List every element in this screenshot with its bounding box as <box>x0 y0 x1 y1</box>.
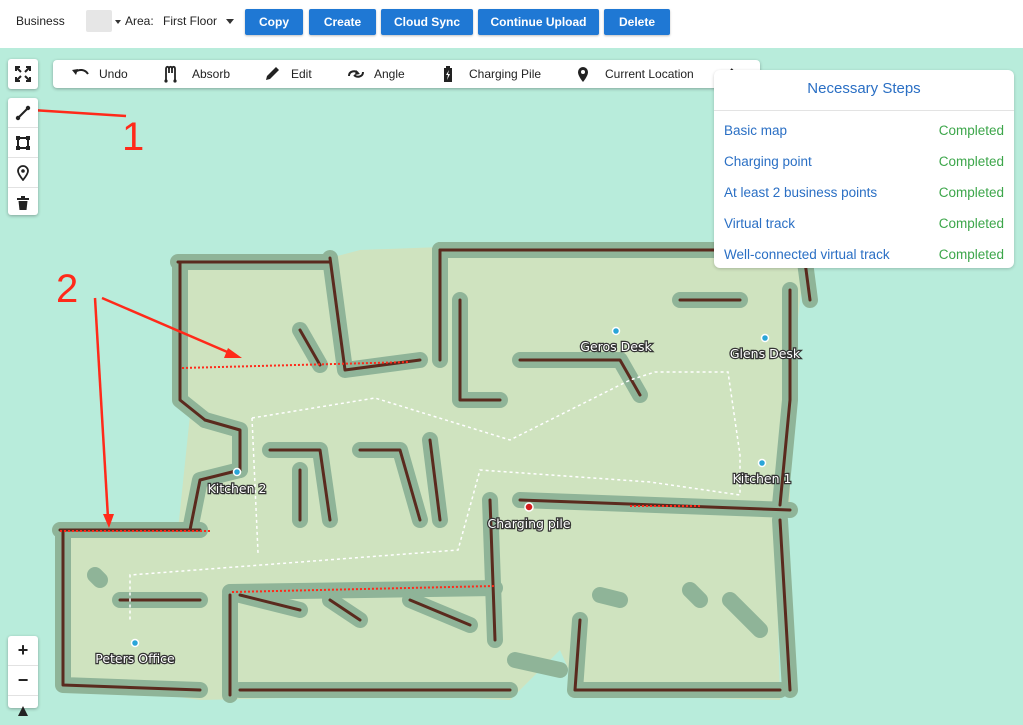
geros-desk-marker[interactable] <box>611 326 621 336</box>
kitchen-2-label: Kitchen 2 <box>208 481 267 496</box>
area-select[interactable]: First Floor <box>163 14 217 28</box>
area-caret-icon[interactable] <box>226 19 234 24</box>
kitchen-2-marker[interactable] <box>232 467 242 477</box>
delete-tool-button[interactable] <box>8 188 38 217</box>
step-row: Charging point Completed <box>724 154 1004 174</box>
angle-icon <box>348 70 364 78</box>
annotation-marker-2: 2 <box>56 267 78 311</box>
delete-button[interactable]: Delete <box>604 9 670 35</box>
step-status: Completed <box>938 185 1004 200</box>
absorb-label: Absorb <box>192 67 231 81</box>
geros-desk-label: Geros Desk <box>580 339 652 354</box>
peters-office-marker[interactable] <box>130 638 140 648</box>
step-status: Completed <box>938 123 1004 138</box>
charging-pile-button[interactable]: Charging Pile <box>441 60 541 88</box>
draw-line-button[interactable] <box>8 98 38 128</box>
cloud-sync-button[interactable]: Cloud Sync <box>381 9 473 35</box>
edit-label: Edit <box>291 67 312 81</box>
draw-tools <box>8 98 38 215</box>
glens-desk-label: Glens Desk <box>730 346 801 361</box>
business-label: Business <box>16 14 65 28</box>
undo-button[interactable]: Undo <box>71 60 128 88</box>
continue-upload-button[interactable]: Continue Upload <box>478 9 599 35</box>
edit-button[interactable]: Edit <box>263 60 312 88</box>
charging-pile-marker[interactable] <box>524 502 534 512</box>
arrow-1 <box>31 108 127 118</box>
location-pin-icon <box>17 164 29 181</box>
compass-icon <box>18 705 28 716</box>
step-well-connected-track[interactable]: Well-connected virtual track <box>724 247 890 262</box>
undo-label: Undo <box>99 67 128 81</box>
step-status: Completed <box>938 154 1004 169</box>
angle-button[interactable]: Angle <box>346 60 405 88</box>
business-select[interactable] <box>86 10 112 32</box>
charging-pile-label: Charging pile <box>487 516 570 531</box>
charging-pile-tool-label: Charging Pile <box>469 67 542 81</box>
step-row: At least 2 business points Completed <box>724 185 1004 205</box>
draw-rectangle-icon <box>16 135 30 150</box>
edit-toolbar: Undo Absorb Edit Angle Charging Pile Cur… <box>53 60 760 88</box>
copy-button[interactable]: Copy <box>245 9 303 35</box>
step-row: Well-connected virtual track Completed <box>724 247 1004 267</box>
create-button[interactable]: Create <box>309 9 376 35</box>
fullscreen-icon <box>15 66 31 82</box>
step-row: Virtual track Completed <box>724 216 1004 236</box>
battery-charging-icon <box>444 66 452 82</box>
place-marker-button[interactable] <box>8 158 38 188</box>
zoom-in-button[interactable]: + <box>8 636 38 666</box>
top-bar: Business Area: First Floor Copy Create C… <box>0 0 1023 48</box>
pencil-icon <box>266 67 279 80</box>
step-status: Completed <box>938 247 1004 262</box>
annotation-marker-1: 1 <box>122 115 144 159</box>
kitchen-1-marker[interactable] <box>757 458 767 468</box>
location-icon <box>578 67 588 82</box>
necessary-steps-panel: Necessary Steps Basic map Completed Char… <box>714 70 1014 268</box>
angle-label: Angle <box>374 67 405 81</box>
compass-button[interactable] <box>8 696 38 725</box>
step-status: Completed <box>938 216 1004 231</box>
zoom-out-button[interactable]: − <box>8 666 38 696</box>
current-location-label: Current Location <box>605 67 694 81</box>
step-basic-map[interactable]: Basic map <box>724 123 787 138</box>
kitchen-1-label: Kitchen 1 <box>733 471 792 486</box>
area-label: Area: <box>125 14 154 28</box>
current-location-button[interactable]: Current Location <box>575 60 694 88</box>
fullscreen-button[interactable] <box>8 59 38 89</box>
divider <box>714 110 1014 111</box>
draw-line-icon <box>15 105 31 120</box>
glens-desk-marker[interactable] <box>760 333 770 343</box>
draw-rectangle-button[interactable] <box>8 128 38 158</box>
absorb-icon <box>164 65 177 83</box>
undo-icon <box>72 68 89 75</box>
business-caret-icon[interactable] <box>115 20 121 24</box>
zoom-controls: + − <box>8 636 38 716</box>
absorb-button[interactable]: Absorb <box>162 60 230 88</box>
peters-office-label: Peters Office <box>95 651 175 666</box>
step-row: Basic map Completed <box>724 123 1004 143</box>
step-charging-point[interactable]: Charging point <box>724 154 812 169</box>
step-virtual-track[interactable]: Virtual track <box>724 216 795 231</box>
necessary-steps-title: Necessary Steps <box>807 80 921 97</box>
trash-icon <box>17 195 29 210</box>
step-business-points[interactable]: At least 2 business points <box>724 185 877 200</box>
arrow-2b <box>93 297 110 519</box>
